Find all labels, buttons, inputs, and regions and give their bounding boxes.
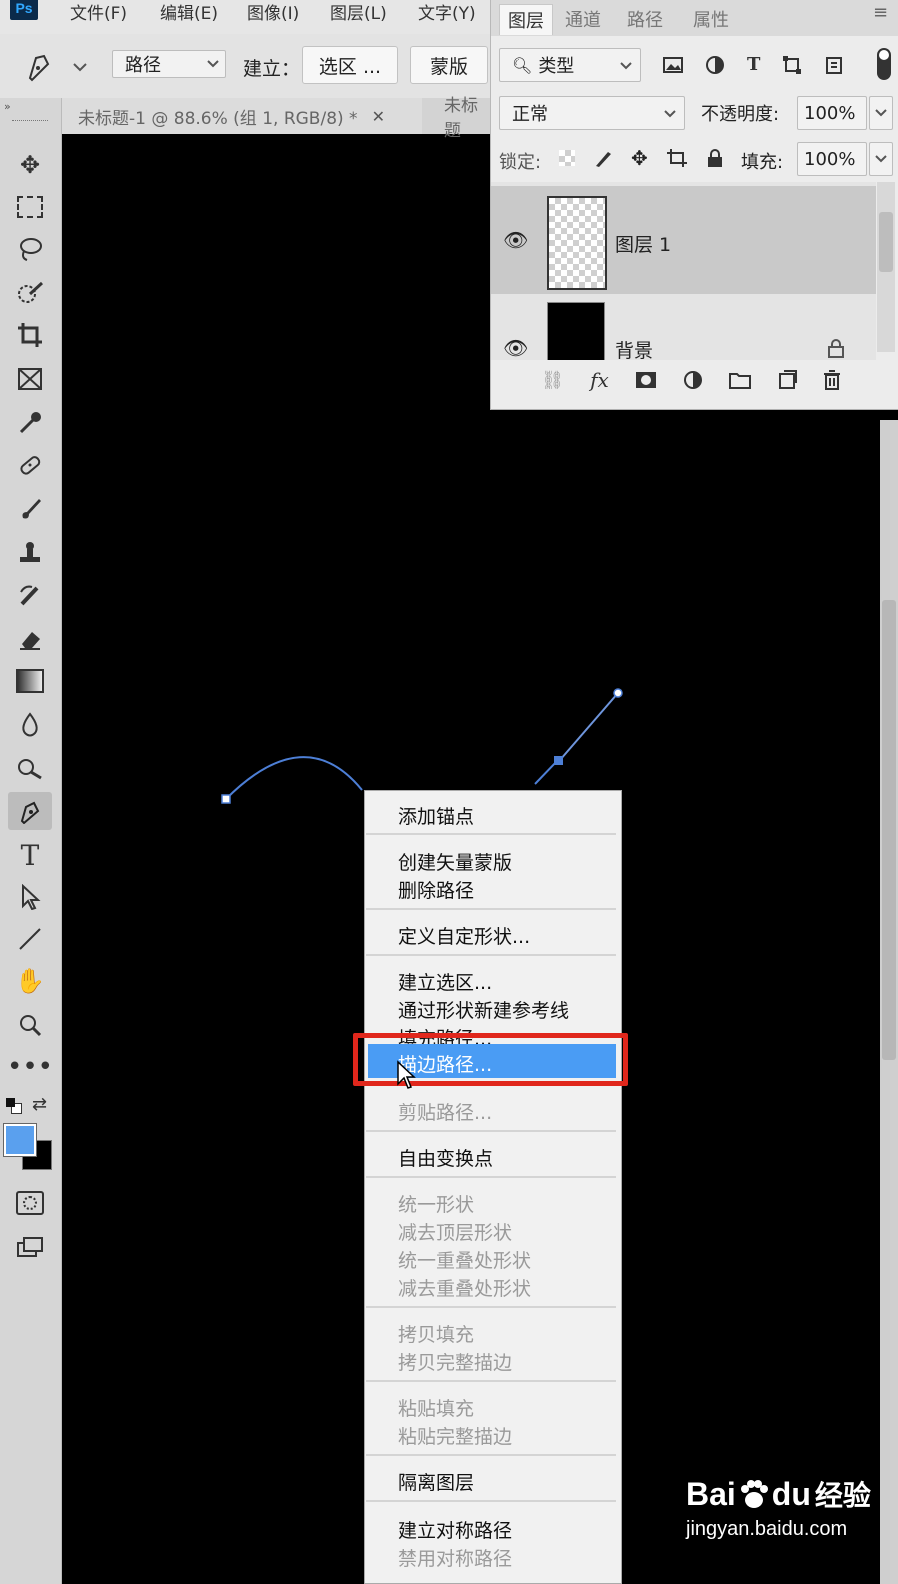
tab-channels[interactable]: 通道 [553,4,613,34]
lock-position-icon[interactable]: ✥ [631,146,648,170]
blend-mode-value: 正常 [512,104,548,125]
layer-list: 👁︎ 图层 1 👁︎ 背景 [491,182,876,360]
lock-label: 锁定: [499,152,542,173]
layer-row[interactable]: 👁︎ 图层 1 [491,186,876,294]
menu-item-clipping-path: 剪贴路径... [398,1102,493,1124]
menu-separator [366,1500,616,1502]
filter-icons: T [663,54,844,75]
layer-filter-select[interactable]: 🔍︎ 类型 [499,48,641,82]
add-mask-icon[interactable] [635,371,657,389]
lock-artboard-icon[interactable] [666,148,688,168]
annotation-highlight-box [353,1033,628,1086]
opacity-input[interactable]: 100% [797,96,867,130]
menu-separator [366,1306,616,1308]
tab-paths[interactable]: 路径 [615,4,675,34]
menu-item-exclude-overlap: 减去重叠处形状 [398,1278,532,1300]
fill-label: 填充: [741,152,784,173]
layer-row[interactable]: 👁︎ 背景 [491,296,876,360]
menu-separator [366,833,616,835]
menu-item-unite-shapes: 统一形状 [398,1194,475,1216]
menu-item-copy-fill: 拷贝填充 [398,1324,475,1346]
chevron-down-icon [620,62,632,70]
layers-panel: 图层 通道 路径 属性 ≡ 🔍︎ 类型 T 正常 不透明度: 100% 锁定: … [490,0,898,410]
chevron-down-icon [664,110,676,118]
menu-separator [366,1176,616,1178]
image-filter-icon[interactable] [663,56,683,74]
tab-layers[interactable]: 图层 [499,4,553,35]
trash-icon[interactable] [823,370,841,390]
lock-all-icon[interactable] [706,148,724,168]
new-layer-icon[interactable] [777,370,797,390]
menu-separator [366,1454,616,1456]
menu-separator [366,1380,616,1382]
tab-properties[interactable]: 属性 [679,4,743,34]
panel-menu-icon[interactable]: ≡ [873,2,888,23]
menu-item-free-transform-points[interactable]: 自由变换点 [398,1144,493,1171]
fill-dropdown[interactable] [869,142,893,176]
baidu-jingyan-watermark: Bai du 经验 jingyan.baidu.com [686,1474,886,1564]
menu-separator [366,1130,616,1132]
watermark-brand-2: du [771,1475,811,1512]
menu-item-add-anchor-point[interactable]: 添加锚点 [398,802,474,829]
menu-item-disable-symmetry-path: 禁用对称路径 [398,1548,513,1570]
opacity-dropdown[interactable] [869,96,893,130]
watermark-url: jingyan.baidu.com [686,1518,848,1540]
menu-separator [366,954,616,956]
mouse-cursor-icon [397,1060,416,1089]
fx-icon[interactable]: fx [590,368,609,392]
layer-actions-bar: ⛓︎ fx [491,360,891,400]
new-group-icon[interactable] [728,371,751,389]
menu-item-make-symmetry-path[interactable]: 建立对称路径 [398,1516,512,1543]
search-icon: 🔍︎ [512,55,533,75]
lock-transparent-icon[interactable] [559,150,575,166]
chevron-down-icon [875,155,887,163]
paw-icon [740,1480,768,1508]
watermark-brand-cn: 经验 [814,1480,871,1511]
menu-separator [366,908,616,910]
menu-item-create-vector-mask[interactable]: 创建矢量蒙版 [398,848,512,875]
link-layers-icon[interactable]: ⛓︎ [541,370,564,391]
lock-icon [828,339,844,358]
type-filter-icon[interactable]: T [747,54,760,75]
menu-item-define-custom-shape[interactable]: 定义自定形状... [398,922,530,949]
visibility-eye-icon[interactable]: 👁︎ [503,336,528,360]
menu-item-make-selection[interactable]: 建立选区... [398,968,492,995]
adjustment-filter-icon[interactable] [705,55,725,75]
shape-filter-icon[interactable] [782,55,802,75]
filter-label: 类型 [538,56,575,77]
menu-item-paste-fill: 粘贴填充 [398,1398,475,1420]
opacity-label: 不透明度: [701,104,780,125]
chevron-down-icon [875,109,887,117]
layer-thumbnail [547,196,607,290]
layer-name[interactable]: 背景 [615,336,653,360]
watermark-brand: Bai [686,1475,736,1512]
menu-item-isolate-layers[interactable]: 隔离图层 [398,1468,474,1495]
menu-item-new-guides-from-shape[interactable]: 通过形状新建参考线 [398,996,569,1023]
layer-list-scroll-thumb[interactable] [879,212,893,272]
lock-icons: ✥ [559,146,724,170]
layer-thumbnail [547,302,605,360]
fill-input[interactable]: 100% [797,142,867,176]
menu-item-intersect-shapes: 统一重叠处形状 [398,1250,532,1272]
menu-item-subtract-front-shape: 减去顶层形状 [398,1222,513,1244]
visibility-eye-icon[interactable]: 👁︎ [503,228,528,252]
menu-item-delete-path[interactable]: 删除路径 [398,876,474,903]
filter-toggle[interactable] [877,48,891,80]
menu-item-copy-complete-stroke: 拷贝完整描边 [398,1352,513,1374]
menu-item-paste-complete-stroke: 粘贴完整描边 [398,1426,513,1448]
adjustment-layer-icon[interactable] [683,370,703,390]
smart-object-filter-icon[interactable] [824,55,844,75]
layer-name[interactable]: 图层 1 [615,230,671,257]
blend-mode-select[interactable]: 正常 [499,96,685,130]
lock-pixels-icon[interactable] [593,148,613,168]
